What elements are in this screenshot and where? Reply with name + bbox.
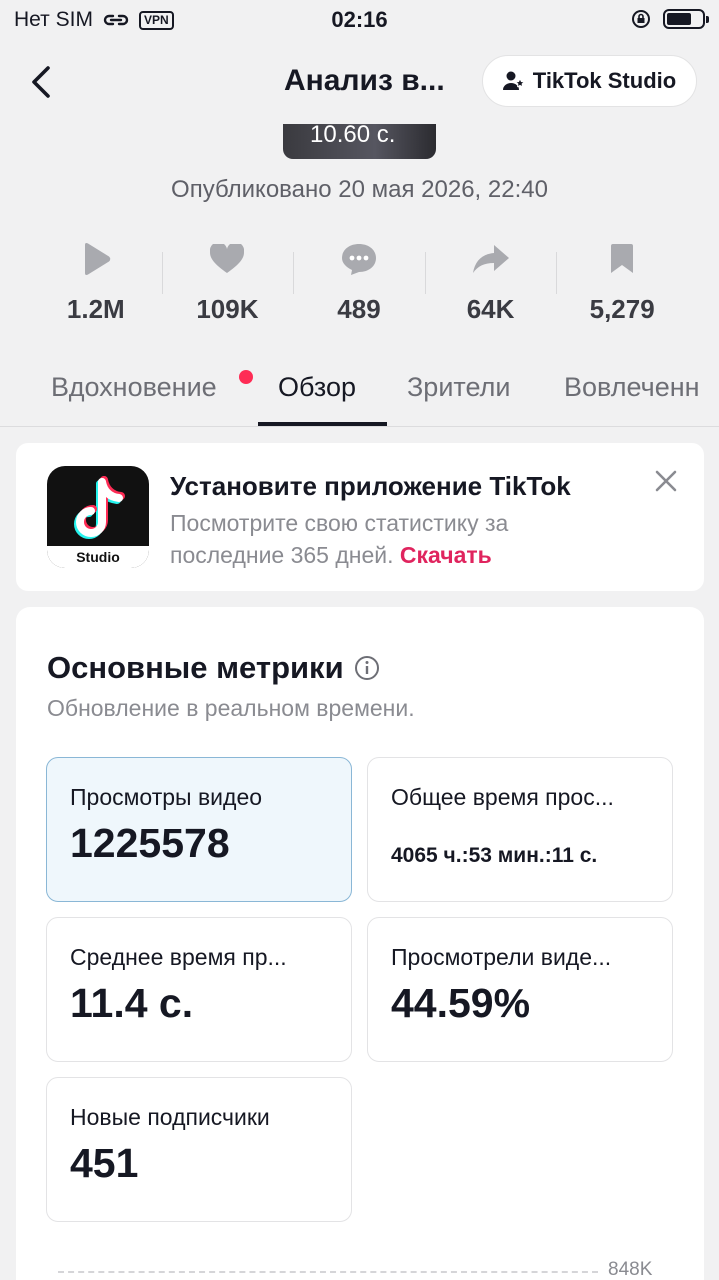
notification-dot — [239, 370, 253, 384]
metric-label: Просмотрели виде... — [391, 944, 612, 970]
info-icon[interactable] — [354, 655, 380, 681]
banner-title: Установите приложение TikTok — [170, 471, 571, 501]
metric-value: 11.4 с. — [70, 980, 194, 1026]
metric-label: Общее время прос... — [391, 784, 614, 810]
app-icon-label: Studio — [47, 546, 149, 568]
tiktok-studio-app-icon[interactable]: Studio — [47, 466, 149, 568]
stat-value: 5,279 — [589, 294, 655, 324]
metric-tile-total-watch-time[interactable]: Общее время прос... 4065 ч.:53 мин.:11 с… — [367, 757, 673, 902]
status-time: 02:16 — [331, 7, 388, 32]
download-link[interactable]: Скачать — [400, 542, 492, 568]
video-thumbnail[interactable]: 10.60 с. — [283, 124, 436, 159]
video-duration: 10.60 с. — [310, 124, 396, 148]
metric-value: 1225578 — [70, 820, 230, 866]
battery-icon — [663, 9, 709, 29]
app-header: Анализ в... TikTok Studio — [0, 50, 719, 114]
comment-icon — [341, 244, 376, 275]
metrics-title-row: Основные метрики — [47, 650, 380, 686]
tab-inspiration[interactable]: Вдохновение — [51, 372, 217, 403]
metric-value: 44.59% — [391, 980, 531, 1026]
metric-label: Новые подписчики — [70, 1104, 270, 1130]
engagement-stats: 1.2M 109K 489 64K 5,279 — [30, 238, 688, 328]
tiktok-logo-icon — [74, 476, 125, 539]
tiktok-studio-button[interactable]: TikTok Studio — [482, 55, 697, 107]
back-arrow-icon[interactable] — [26, 62, 60, 102]
bookmark-icon — [611, 244, 634, 273]
tab-viewers[interactable]: Зрители — [407, 372, 510, 403]
stat-views: 1.2M — [30, 238, 162, 328]
metric-value: 451 — [70, 1140, 139, 1186]
stat-shares: 64K — [424, 238, 557, 328]
chart-axis-label: 848K — [608, 1259, 653, 1280]
metric-value: 4065 ч.:53 мин.:11 с. — [391, 844, 598, 867]
metrics-title: Основные метрики — [47, 650, 344, 685]
metrics-subtitle: Обновление в реальном времени. — [47, 695, 415, 721]
heart-icon — [210, 244, 245, 273]
chart-gridline — [58, 1271, 598, 1273]
tiktok-studio-label: TikTok Studio — [532, 68, 677, 93]
metric-tile-new-followers[interactable]: Новые подписчики 451 — [46, 1077, 352, 1222]
tab-overview[interactable]: Обзор — [278, 372, 356, 403]
stat-likes: 109K — [161, 238, 294, 328]
stat-value: 64K — [466, 294, 515, 324]
metric-tile-full-watch-rate[interactable]: Просмотрели виде... 44.59% — [367, 917, 673, 1062]
status-right — [631, 9, 709, 29]
published-date: Опубликовано 20 мая 2026, 22:40 — [171, 176, 548, 203]
stat-value: 489 — [337, 294, 381, 324]
metric-label: Среднее время пр... — [70, 944, 287, 970]
close-icon[interactable] — [654, 469, 678, 493]
page-title: Анализ в... — [284, 64, 445, 97]
stat-comments: 489 — [293, 238, 425, 328]
tab-engagement[interactable]: Вовлеченн — [564, 372, 700, 403]
metric-label: Просмотры видео — [70, 784, 263, 810]
user-star-icon — [502, 71, 525, 90]
metric-tile-avg-watch-time[interactable]: Среднее время пр... 11.4 с. — [46, 917, 352, 1062]
key-metrics-card: Основные метрики Обновление в реальном в… — [16, 607, 704, 1280]
banner-text: Посмотрите свою статистику за последние … — [170, 507, 590, 571]
analytics-tabs: Вдохновение Обзор Зрители Вовлеченн — [0, 350, 719, 427]
stat-saves: 5,279 — [556, 238, 688, 328]
active-tab-indicator — [258, 422, 387, 426]
play-icon — [84, 243, 111, 275]
metric-tile-video-views[interactable]: Просмотры видео 1225578 — [46, 757, 352, 902]
stat-value: 109K — [196, 294, 259, 324]
share-icon — [472, 245, 509, 273]
status-bar: Нет SIM VPN 02:16 — [0, 0, 719, 40]
rotation-lock-icon — [632, 10, 650, 28]
install-app-banner: Studio Установите приложение TikTok Посм… — [16, 443, 704, 591]
stat-value: 1.2M — [66, 294, 125, 324]
